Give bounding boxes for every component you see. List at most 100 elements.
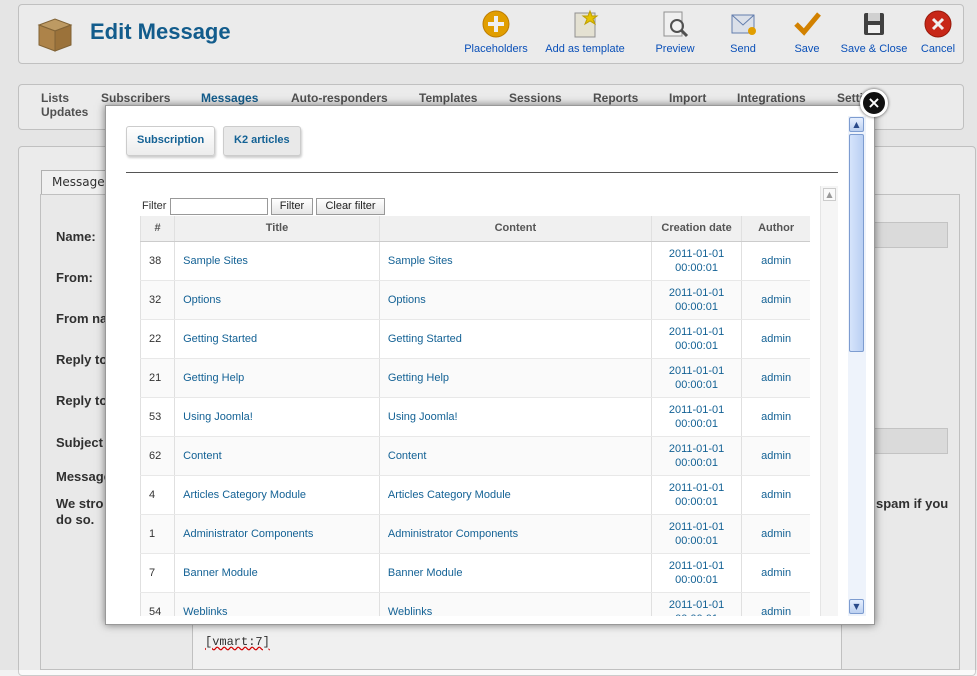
row-creation-date: 2011-01-0100:00:01 <box>650 319 742 359</box>
row-creation-date: 2011-01-0100:00:01 <box>650 436 742 476</box>
row-time[interactable]: 00:00:01 <box>653 300 740 314</box>
row-time[interactable]: 00:00:01 <box>653 378 740 392</box>
row-content-link[interactable]: Content <box>378 436 652 476</box>
row-title-link[interactable]: Articles Category Module <box>174 475 380 515</box>
scroll-up-icon[interactable]: ▲ <box>849 117 864 132</box>
table-row[interactable]: 22 Getting Started Getting Started 2011-01-… <box>140 319 810 359</box>
clear-filter-button[interactable]: Clear filter <box>316 198 385 215</box>
row-time[interactable]: 00:00:01 <box>653 534 740 548</box>
row-author[interactable]: admin <box>741 319 810 359</box>
row-time[interactable]: 00:00:01 <box>653 573 740 587</box>
scrollbar-thumb[interactable] <box>849 134 864 352</box>
table-row[interactable]: 53 Using Joomla! Using Joomla! 2011-01-01 00… <box>140 397 810 437</box>
row-time[interactable]: 00:00:01 <box>653 612 740 617</box>
row-time[interactable]: 00:00:01 <box>653 261 740 275</box>
row-time[interactable]: 00:00:01 <box>653 339 740 353</box>
row-date[interactable]: 2011-01-01 <box>653 442 740 456</box>
row-creation-date: 2011-01-0100:00:01 <box>650 592 742 617</box>
row-content-link[interactable]: Banner Module <box>378 553 652 593</box>
row-creation-date: 2011-01-0100:00:01 <box>650 514 742 554</box>
row-content-link[interactable]: Weblinks <box>378 592 652 616</box>
row-author[interactable]: admin <box>741 397 810 437</box>
column-header-author[interactable]: Author <box>741 216 810 242</box>
row-title-link[interactable]: Getting Started <box>174 319 380 359</box>
column-header-content[interactable]: Content <box>378 216 652 242</box>
table-row[interactable]: 62 Content Content 2011-01-01 00:00:01 admin <box>140 436 810 476</box>
row-author[interactable]: admin <box>741 475 810 515</box>
row-time[interactable]: 00:00:01 <box>653 495 740 509</box>
filter-input[interactable] <box>170 198 268 215</box>
row-author[interactable]: admin <box>741 553 810 593</box>
filter-button[interactable]: Filter <box>271 198 313 215</box>
scroll-down-icon[interactable]: ▼ <box>849 599 864 614</box>
row-id: 7 <box>140 553 175 593</box>
column-header-id[interactable]: # <box>140 216 175 242</box>
row-title-link[interactable]: Options <box>174 280 380 320</box>
table-row[interactable]: 7 Banner Module Banner Module 2011-01-01 00:… <box>140 553 810 593</box>
table-header-row: # Title Content Creation date Author <box>140 216 810 242</box>
row-title-link[interactable]: Using Joomla! <box>174 397 380 437</box>
row-content-link[interactable]: Getting Started <box>378 319 652 359</box>
row-author[interactable]: admin <box>741 592 810 616</box>
row-date[interactable]: 2011-01-01 <box>653 598 740 612</box>
table-row[interactable]: 21 Getting Help Getting Help 2011-01-01 00:0… <box>140 358 810 398</box>
row-creation-date: 2011-01-0100:00:01 <box>650 553 742 593</box>
row-content-link[interactable]: Sample Sites <box>378 241 652 281</box>
row-content-link[interactable]: Articles Category Module <box>378 475 652 515</box>
filter-label: Filter <box>142 200 167 212</box>
articles-table: # Title Content Creation date Author 38 S… <box>140 216 810 616</box>
row-date[interactable]: 2011-01-01 <box>653 286 740 300</box>
row-id: 1 <box>140 514 175 554</box>
column-header-creation-date[interactable]: Creation date <box>650 216 742 242</box>
table-body: 38 Sample Sites Sample Sites 2011-01-01 00:0… <box>140 241 810 617</box>
row-title-link[interactable]: Sample Sites <box>174 241 380 281</box>
row-author[interactable]: admin <box>741 241 810 281</box>
row-author[interactable]: admin <box>741 436 810 476</box>
row-title-link[interactable]: Administrator Components <box>174 514 380 554</box>
modal-scrollbar[interactable]: ▲ ▼ <box>848 116 866 616</box>
row-author[interactable]: admin <box>741 280 810 320</box>
divider <box>126 172 838 173</box>
row-time[interactable]: 00:00:01 <box>653 417 740 431</box>
table-row[interactable]: 4 Articles Category Module Articles Catego… <box>140 475 810 515</box>
column-header-title[interactable]: Title <box>174 216 380 242</box>
row-date[interactable]: 2011-01-01 <box>653 403 740 417</box>
row-date[interactable]: 2011-01-01 <box>653 559 740 573</box>
row-id: 22 <box>140 319 175 359</box>
row-id: 54 <box>140 592 175 616</box>
close-icon[interactable]: × <box>860 89 888 117</box>
row-date[interactable]: 2011-01-01 <box>653 364 740 378</box>
row-creation-date: 2011-01-0100:00:01 <box>650 280 742 320</box>
row-content-link[interactable]: Options <box>378 280 652 320</box>
table-row[interactable]: 1 Administrator Components Administrator C… <box>140 514 810 554</box>
row-title-link[interactable]: Getting Help <box>174 358 380 398</box>
table-row[interactable]: 38 Sample Sites Sample Sites 2011-01-01 00:0… <box>140 241 810 281</box>
table-row[interactable]: 32 Options Options 2011-01-01 00:00:01 admin <box>140 280 810 320</box>
row-author[interactable]: admin <box>741 514 810 554</box>
row-title-link[interactable]: Content <box>174 436 380 476</box>
scroll-up-icon[interactable]: ▲ <box>823 188 836 201</box>
row-creation-date: 2011-01-0100:00:01 <box>650 475 742 515</box>
row-date[interactable]: 2011-01-01 <box>653 520 740 534</box>
row-id: 4 <box>140 475 175 515</box>
row-creation-date: 2011-01-0100:00:01 <box>650 241 742 281</box>
tab-subscription[interactable]: Subscription <box>126 126 216 156</box>
row-id: 62 <box>140 436 175 476</box>
row-id: 32 <box>140 280 175 320</box>
row-id: 53 <box>140 397 175 437</box>
row-author[interactable]: admin <box>741 358 810 398</box>
row-id: 21 <box>140 358 175 398</box>
row-title-link[interactable]: Banner Module <box>174 553 380 593</box>
tab-k2-articles[interactable]: K2 articles <box>223 126 301 156</box>
row-content-link[interactable]: Getting Help <box>378 358 652 398</box>
table-scrollbar[interactable]: ▲ <box>820 186 838 616</box>
table-row[interactable]: 54WeblinksWeblinks2011-01-0100:00:01admi… <box>140 592 810 617</box>
row-date[interactable]: 2011-01-01 <box>653 481 740 495</box>
articles-table-container: # Title Content Creation date Author 38 S… <box>140 216 810 616</box>
row-time[interactable]: 00:00:01 <box>653 456 740 470</box>
row-content-link[interactable]: Using Joomla! <box>378 397 652 437</box>
row-content-link[interactable]: Administrator Components <box>378 514 652 554</box>
row-date[interactable]: 2011-01-01 <box>653 325 740 339</box>
row-title-link[interactable]: Weblinks <box>174 592 380 616</box>
row-date[interactable]: 2011-01-01 <box>653 247 740 261</box>
